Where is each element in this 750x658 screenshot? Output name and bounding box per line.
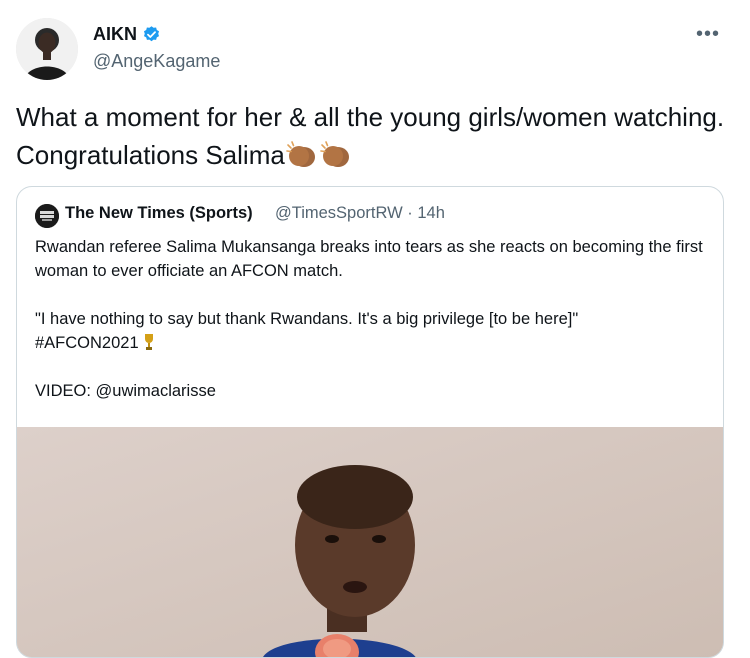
avatar-image [16, 18, 78, 80]
quoted-tweet-card[interactable]: The New Times (Sports) @TimesSportRW · 1… [16, 186, 724, 658]
quoted-text-quote: "I have nothing to say but thank Rwandan… [35, 310, 579, 328]
quoted-hashtag-line: #AFCON2021 [35, 331, 705, 355]
quoted-tweet-text: Rwandan referee Salima Mukansanga breaks… [35, 235, 705, 403]
video-frame-image [17, 427, 723, 657]
quoted-video-thumbnail[interactable] [17, 427, 723, 657]
quoted-text-line1: Rwandan referee Salima Mukansanga breaks… [35, 238, 703, 280]
hashtag-afcon[interactable]: #AFCON2021 [35, 334, 139, 352]
quoted-author-handle-time[interactable]: @TimesSportRW · 14h [275, 204, 445, 223]
more-options-icon[interactable]: ••• [693, 24, 723, 44]
author-avatar[interactable] [16, 18, 78, 80]
quoted-author-name[interactable]: The New Times (Sports) [65, 204, 253, 223]
tweet-text-content: What a moment for her & all the young gi… [16, 102, 725, 170]
trophy-emoji-icon [143, 333, 155, 351]
video-credit: VIDEO: @uwimaclarisse [35, 382, 216, 400]
verified-badge-icon [142, 25, 161, 44]
clapping-hands-emoji-icon [319, 140, 353, 170]
clapping-hands-emoji-icon [285, 140, 319, 170]
tweet[interactable]: AIKN @AngeKagame ••• What a moment for h… [0, 0, 750, 658]
quoted-author-avatar[interactable] [35, 204, 59, 228]
author-display-name[interactable]: AIKN [93, 24, 137, 45]
tweet-text: What a moment for her & all the young gi… [16, 98, 736, 174]
author-handle[interactable]: @AngeKagame [93, 51, 220, 72]
